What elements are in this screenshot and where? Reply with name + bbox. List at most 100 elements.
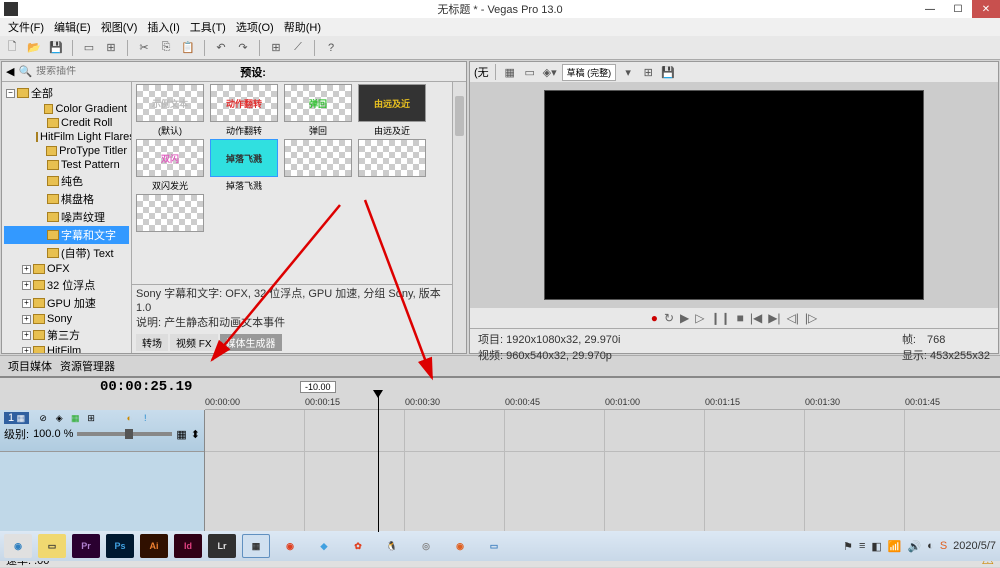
next-frame-icon[interactable]: |▷ [805,311,817,325]
render-icon[interactable]: ▭ [81,40,97,56]
taskbar-app[interactable]: ▭ [480,534,508,558]
tree-item[interactable]: +GPU 加速 [4,294,129,312]
play-icon[interactable]: ▶ [680,311,689,325]
dropdown-icon[interactable]: ▾ [620,64,636,80]
taskbar-app[interactable]: Ai [140,534,168,558]
preset-item[interactable]: 掉落飞溅掉落飞溅 [208,139,280,192]
tree-item[interactable]: Color Gradient [4,102,129,116]
taskbar-app[interactable]: ◆ [310,534,338,558]
go-end-icon[interactable]: ▶| [768,311,780,325]
play-start-icon[interactable]: ▷ [695,311,704,325]
tray-network-icon[interactable]: 📶 [888,540,902,553]
tree-item[interactable]: +OFX [4,262,129,276]
preset-item[interactable]: 动作翻转动作翻转 [208,84,280,137]
taskbar-app[interactable]: Pr [72,534,100,558]
tree-item[interactable]: ProType Titler [4,144,129,158]
loop-icon[interactable]: ↻ [664,311,674,325]
menu-edit[interactable]: 编辑(E) [50,19,95,35]
preset-item[interactable] [134,194,206,234]
track-fx-icon[interactable]: ▦ [68,412,82,424]
bypass-fx-icon[interactable]: ⊘ [36,412,50,424]
tray-icon[interactable]: ⚑ [843,540,853,553]
expand-icon[interactable]: + [22,347,31,354]
level-slider[interactable] [77,432,172,436]
scrollbar[interactable] [452,82,466,353]
video-track-header-1[interactable]: 1 ▦ ⊘ ◈ ▦ ⊞ ◐ ! 级别: 100.0 % ▦ ⬍ [0,410,204,452]
tray-icon[interactable]: S [940,540,947,552]
tray-volume-icon[interactable]: 🔊 [907,540,921,553]
parent-icon[interactable]: ⬍ [191,428,200,441]
tab-explorer[interactable]: 资源管理器 [60,358,115,374]
preview-tab[interactable]: (无 [474,64,489,80]
tree-item[interactable]: (自带) Text [4,244,129,262]
overlay-icon[interactable]: ⊞ [640,64,656,80]
tree-item[interactable]: +32 位浮点 [4,276,129,294]
tab-video-fx[interactable]: 视频 FX [170,334,218,351]
stop-icon[interactable]: ■ [737,311,744,325]
tree-item[interactable]: HitFilm Light Flares [4,130,129,144]
properties-icon[interactable]: ⊞ [103,40,119,56]
video-preview[interactable] [544,90,924,300]
tree-item[interactable]: +第三方 [4,326,129,344]
taskbar-app[interactable]: Id [174,534,202,558]
taskbar-app[interactable]: ◎ [412,534,440,558]
taskbar-app[interactable]: ◉ [276,534,304,558]
save-icon[interactable]: 💾 [48,40,64,56]
tree-item[interactable]: +HitFilm [4,344,129,353]
cut-icon[interactable]: ✂ [136,40,152,56]
new-icon[interactable]: 🗋 [4,40,20,56]
quality-menu-icon[interactable]: ◈▾ [542,64,558,80]
preset-item[interactable]: 弹回弹回 [282,84,354,137]
tray-icon[interactable]: ◐ [927,540,934,552]
expand-icon[interactable]: + [22,281,31,290]
taskbar-app[interactable]: Ps [106,534,134,558]
preset-item[interactable] [356,139,428,192]
tray-icon[interactable]: ≡ [859,540,865,552]
taskbar-app[interactable]: Lr [208,534,236,558]
preset-item[interactable]: 双闪双闪发光 [134,139,206,192]
track-content[interactable] [205,410,1000,532]
search-input[interactable] [36,66,168,77]
track-number[interactable]: 1 ▦ [4,412,29,424]
paste-icon[interactable]: 📋 [180,40,196,56]
solo-icon[interactable]: ! [138,412,152,424]
expand-icon[interactable]: + [22,265,31,274]
expand-icon[interactable]: + [22,299,31,308]
video-track-lane-1[interactable] [205,410,1000,452]
close-button[interactable]: ✕ [972,0,1000,18]
snap-icon[interactable]: ⊞ [268,40,284,56]
prev-frame-icon[interactable]: ◁| [787,311,799,325]
preset-item[interactable]: 示例文本(默认) [134,84,206,137]
redo-icon[interactable]: ↷ [235,40,251,56]
menu-help[interactable]: 帮助(H) [280,19,325,35]
menu-view[interactable]: 视图(V) [97,19,142,35]
taskbar-app[interactable]: 🐧 [378,534,406,558]
menu-insert[interactable]: 插入(I) [143,19,183,35]
project-properties-icon[interactable]: ▦ [502,64,518,80]
playhead[interactable] [378,394,379,532]
record-icon[interactable]: ● [651,311,658,325]
presets-grid[interactable]: 示例文本(默认)动作翻转动作翻转弹回弹回由远及近由远及近双闪双闪发光掉落飞溅掉落… [132,82,452,284]
menu-tools[interactable]: 工具(T) [186,19,230,35]
taskbar-app[interactable]: ✿ [344,534,372,558]
preview-quality-select[interactable]: 草稿 (完整) [562,64,617,81]
chevron-left-icon[interactable]: ◀ [6,65,14,78]
tree-item[interactable]: 棋盘格 [4,190,129,208]
tab-project-media[interactable]: 项目媒体 [8,358,52,374]
empty-lane[interactable] [205,452,1000,532]
help-icon[interactable]: ? [323,40,339,56]
tray-icon[interactable]: ◧ [871,540,881,553]
compositing-icon[interactable]: ▦ [176,428,186,441]
minimize-button[interactable]: — [916,0,944,18]
time-ruler[interactable]: 00:00:0000:00:1500:00:3000:00:4500:01:00… [205,396,1000,410]
taskbar-app[interactable]: ◉ [446,534,474,558]
menu-file[interactable]: 文件(F) [4,19,48,35]
tree-item[interactable]: Credit Roll [4,116,129,130]
tree-item[interactable]: 纯色 [4,172,129,190]
pause-icon[interactable]: ❙❙ [710,311,730,325]
autocrossfade-icon[interactable]: ⟋ [290,40,306,56]
preset-item[interactable]: 由远及近由远及近 [356,84,428,137]
taskbar-app[interactable]: ▦ [242,534,270,558]
collapse-icon[interactable]: − [6,89,15,98]
track-motion-icon[interactable]: ⊞ [84,412,98,424]
